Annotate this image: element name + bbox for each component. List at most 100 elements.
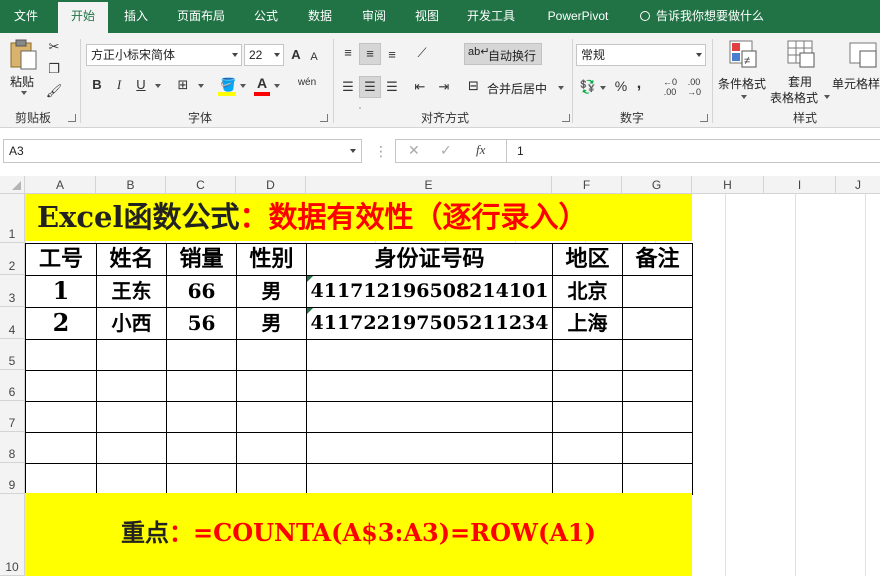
- align-middle-icon[interactable]: ≡: [360, 44, 380, 64]
- row-header-1[interactable]: 1: [0, 194, 25, 243]
- row-header-3[interactable]: 3: [0, 275, 25, 307]
- font-increase-icon[interactable]: A: [288, 45, 304, 65]
- decrease-indent-icon[interactable]: ⇤: [410, 77, 430, 97]
- empty-cell[interactable]: [166, 401, 237, 433]
- sheet-title-cell[interactable]: Excel函数公式：数据有效性（逐行录入）: [25, 194, 692, 241]
- tab-file[interactable]: 文件: [0, 0, 52, 33]
- table-cell[interactable]: 男: [236, 275, 307, 308]
- empty-cell[interactable]: [166, 463, 237, 495]
- number-format-select[interactable]: 常规: [576, 44, 706, 66]
- clipboard-launcher[interactable]: [68, 114, 76, 122]
- decrease-decimal-icon[interactable]: .00 →0: [684, 77, 704, 97]
- tab-power-pivot[interactable]: PowerPivot: [534, 0, 622, 33]
- table-cell[interactable]: 2: [25, 307, 97, 340]
- cell-styles-button[interactable]: 单元格样: [830, 39, 880, 105]
- row-header-6[interactable]: 6: [0, 370, 25, 401]
- empty-cell[interactable]: [622, 463, 693, 495]
- empty-cell[interactable]: [552, 339, 623, 371]
- number-launcher[interactable]: [700, 114, 708, 122]
- font-launcher[interactable]: [320, 114, 328, 122]
- align-center-icon[interactable]: ☰: [360, 77, 380, 97]
- tab-developer[interactable]: 开发工具: [457, 0, 525, 33]
- conditional-format-button[interactable]: ≠ 条件格式: [716, 39, 770, 105]
- empty-cell[interactable]: [25, 463, 97, 495]
- font-color-icon[interactable]: A: [254, 75, 270, 97]
- empty-cell[interactable]: [25, 432, 97, 464]
- cancel-icon[interactable]: ✕: [408, 142, 420, 159]
- phonetic-icon[interactable]: wén: [294, 73, 320, 93]
- header-cell[interactable]: 工号: [25, 243, 97, 276]
- row-header-5[interactable]: 5: [0, 339, 25, 370]
- font-decrease-icon[interactable]: A: [306, 47, 322, 67]
- name-box[interactable]: A3: [3, 139, 362, 163]
- tab-view[interactable]: 视图: [403, 0, 451, 33]
- row-header-4[interactable]: 4: [0, 307, 25, 339]
- table-cell[interactable]: 66: [166, 275, 237, 308]
- table-cell[interactable]: 411712196508214101: [306, 275, 553, 308]
- table-cell[interactable]: 男: [236, 307, 307, 340]
- empty-cell[interactable]: [306, 401, 553, 433]
- table-cell[interactable]: 1: [25, 275, 97, 308]
- column-header-g[interactable]: G: [622, 176, 692, 194]
- empty-cell[interactable]: [96, 432, 167, 464]
- empty-cell[interactable]: [306, 432, 553, 464]
- table-cell[interactable]: 小西: [96, 307, 167, 340]
- empty-cell[interactable]: [552, 401, 623, 433]
- header-cell[interactable]: 备注: [622, 243, 693, 276]
- column-header-f[interactable]: F: [552, 176, 622, 194]
- tab-review[interactable]: 审阅: [350, 0, 398, 33]
- orientation-icon[interactable]: ⟋: [410, 43, 434, 63]
- align-bottom-icon[interactable]: ≡: [382, 45, 402, 65]
- empty-cell[interactable]: [96, 339, 167, 371]
- cut-icon[interactable]: ✂: [44, 37, 64, 57]
- row-header-10[interactable]: 10: [0, 494, 25, 576]
- align-top-icon[interactable]: ≡: [338, 43, 358, 63]
- tell-me-search[interactable]: 告诉我你想要做什么: [640, 0, 764, 33]
- table-cell[interactable]: 王东: [96, 275, 167, 308]
- format-as-table-button[interactable]: 套用 表格格式: [770, 39, 830, 105]
- empty-cell[interactable]: [236, 463, 307, 495]
- table-cell[interactable]: [622, 275, 693, 308]
- table-cell[interactable]: 上海: [552, 307, 623, 340]
- empty-cell[interactable]: [96, 401, 167, 433]
- increase-decimal-icon[interactable]: ←0.00: [660, 77, 680, 97]
- font-name-select[interactable]: 方正小标宋简体: [86, 44, 242, 66]
- row-header-8[interactable]: 8: [0, 432, 25, 463]
- wrap-text-button[interactable]: ab↵ 自动换行: [466, 45, 542, 65]
- empty-cell[interactable]: [25, 370, 97, 402]
- empty-cell[interactable]: [622, 339, 693, 371]
- column-header-b[interactable]: B: [96, 176, 166, 194]
- column-header-d[interactable]: D: [236, 176, 306, 194]
- align-right-icon[interactable]: ☰: [382, 77, 402, 97]
- tab-insert[interactable]: 插入: [112, 0, 160, 33]
- font-size-select[interactable]: 22: [244, 44, 284, 66]
- table-cell[interactable]: 56: [166, 307, 237, 340]
- empty-cell[interactable]: [166, 370, 237, 402]
- column-header-h[interactable]: H: [692, 176, 764, 194]
- row-header-7[interactable]: 7: [0, 401, 25, 432]
- row-header-9[interactable]: 9: [0, 463, 25, 494]
- header-cell[interactable]: 身份证号码: [306, 243, 553, 276]
- formula-input[interactable]: 1: [506, 139, 880, 163]
- border-icon[interactable]: ⊞: [174, 75, 192, 95]
- table-cell[interactable]: [622, 307, 693, 340]
- enter-icon[interactable]: ✓: [440, 142, 452, 159]
- select-all-button[interactable]: [0, 176, 25, 194]
- format-painter-icon[interactable]: 🖌: [44, 81, 64, 101]
- tab-data[interactable]: 数据: [296, 0, 344, 33]
- empty-cell[interactable]: [306, 339, 553, 371]
- empty-cell[interactable]: [236, 432, 307, 464]
- empty-cell[interactable]: [236, 401, 307, 433]
- paste-button[interactable]: 粘贴: [6, 39, 42, 95]
- empty-cell[interactable]: [25, 339, 97, 371]
- formula-note-cell[interactable]: 重点：=COUNTA(A$3:A3)=ROW(A1): [25, 493, 692, 576]
- formula-bar-grip[interactable]: ⋮: [374, 142, 388, 160]
- insert-function-icon[interactable]: fx: [476, 142, 485, 158]
- empty-cell[interactable]: [622, 401, 693, 433]
- empty-cell[interactable]: [166, 339, 237, 371]
- comma-button[interactable]: ,: [632, 74, 646, 94]
- header-cell[interactable]: 地区: [552, 243, 623, 276]
- empty-cell[interactable]: [236, 370, 307, 402]
- percent-button[interactable]: %: [612, 76, 630, 96]
- empty-cell[interactable]: [552, 463, 623, 495]
